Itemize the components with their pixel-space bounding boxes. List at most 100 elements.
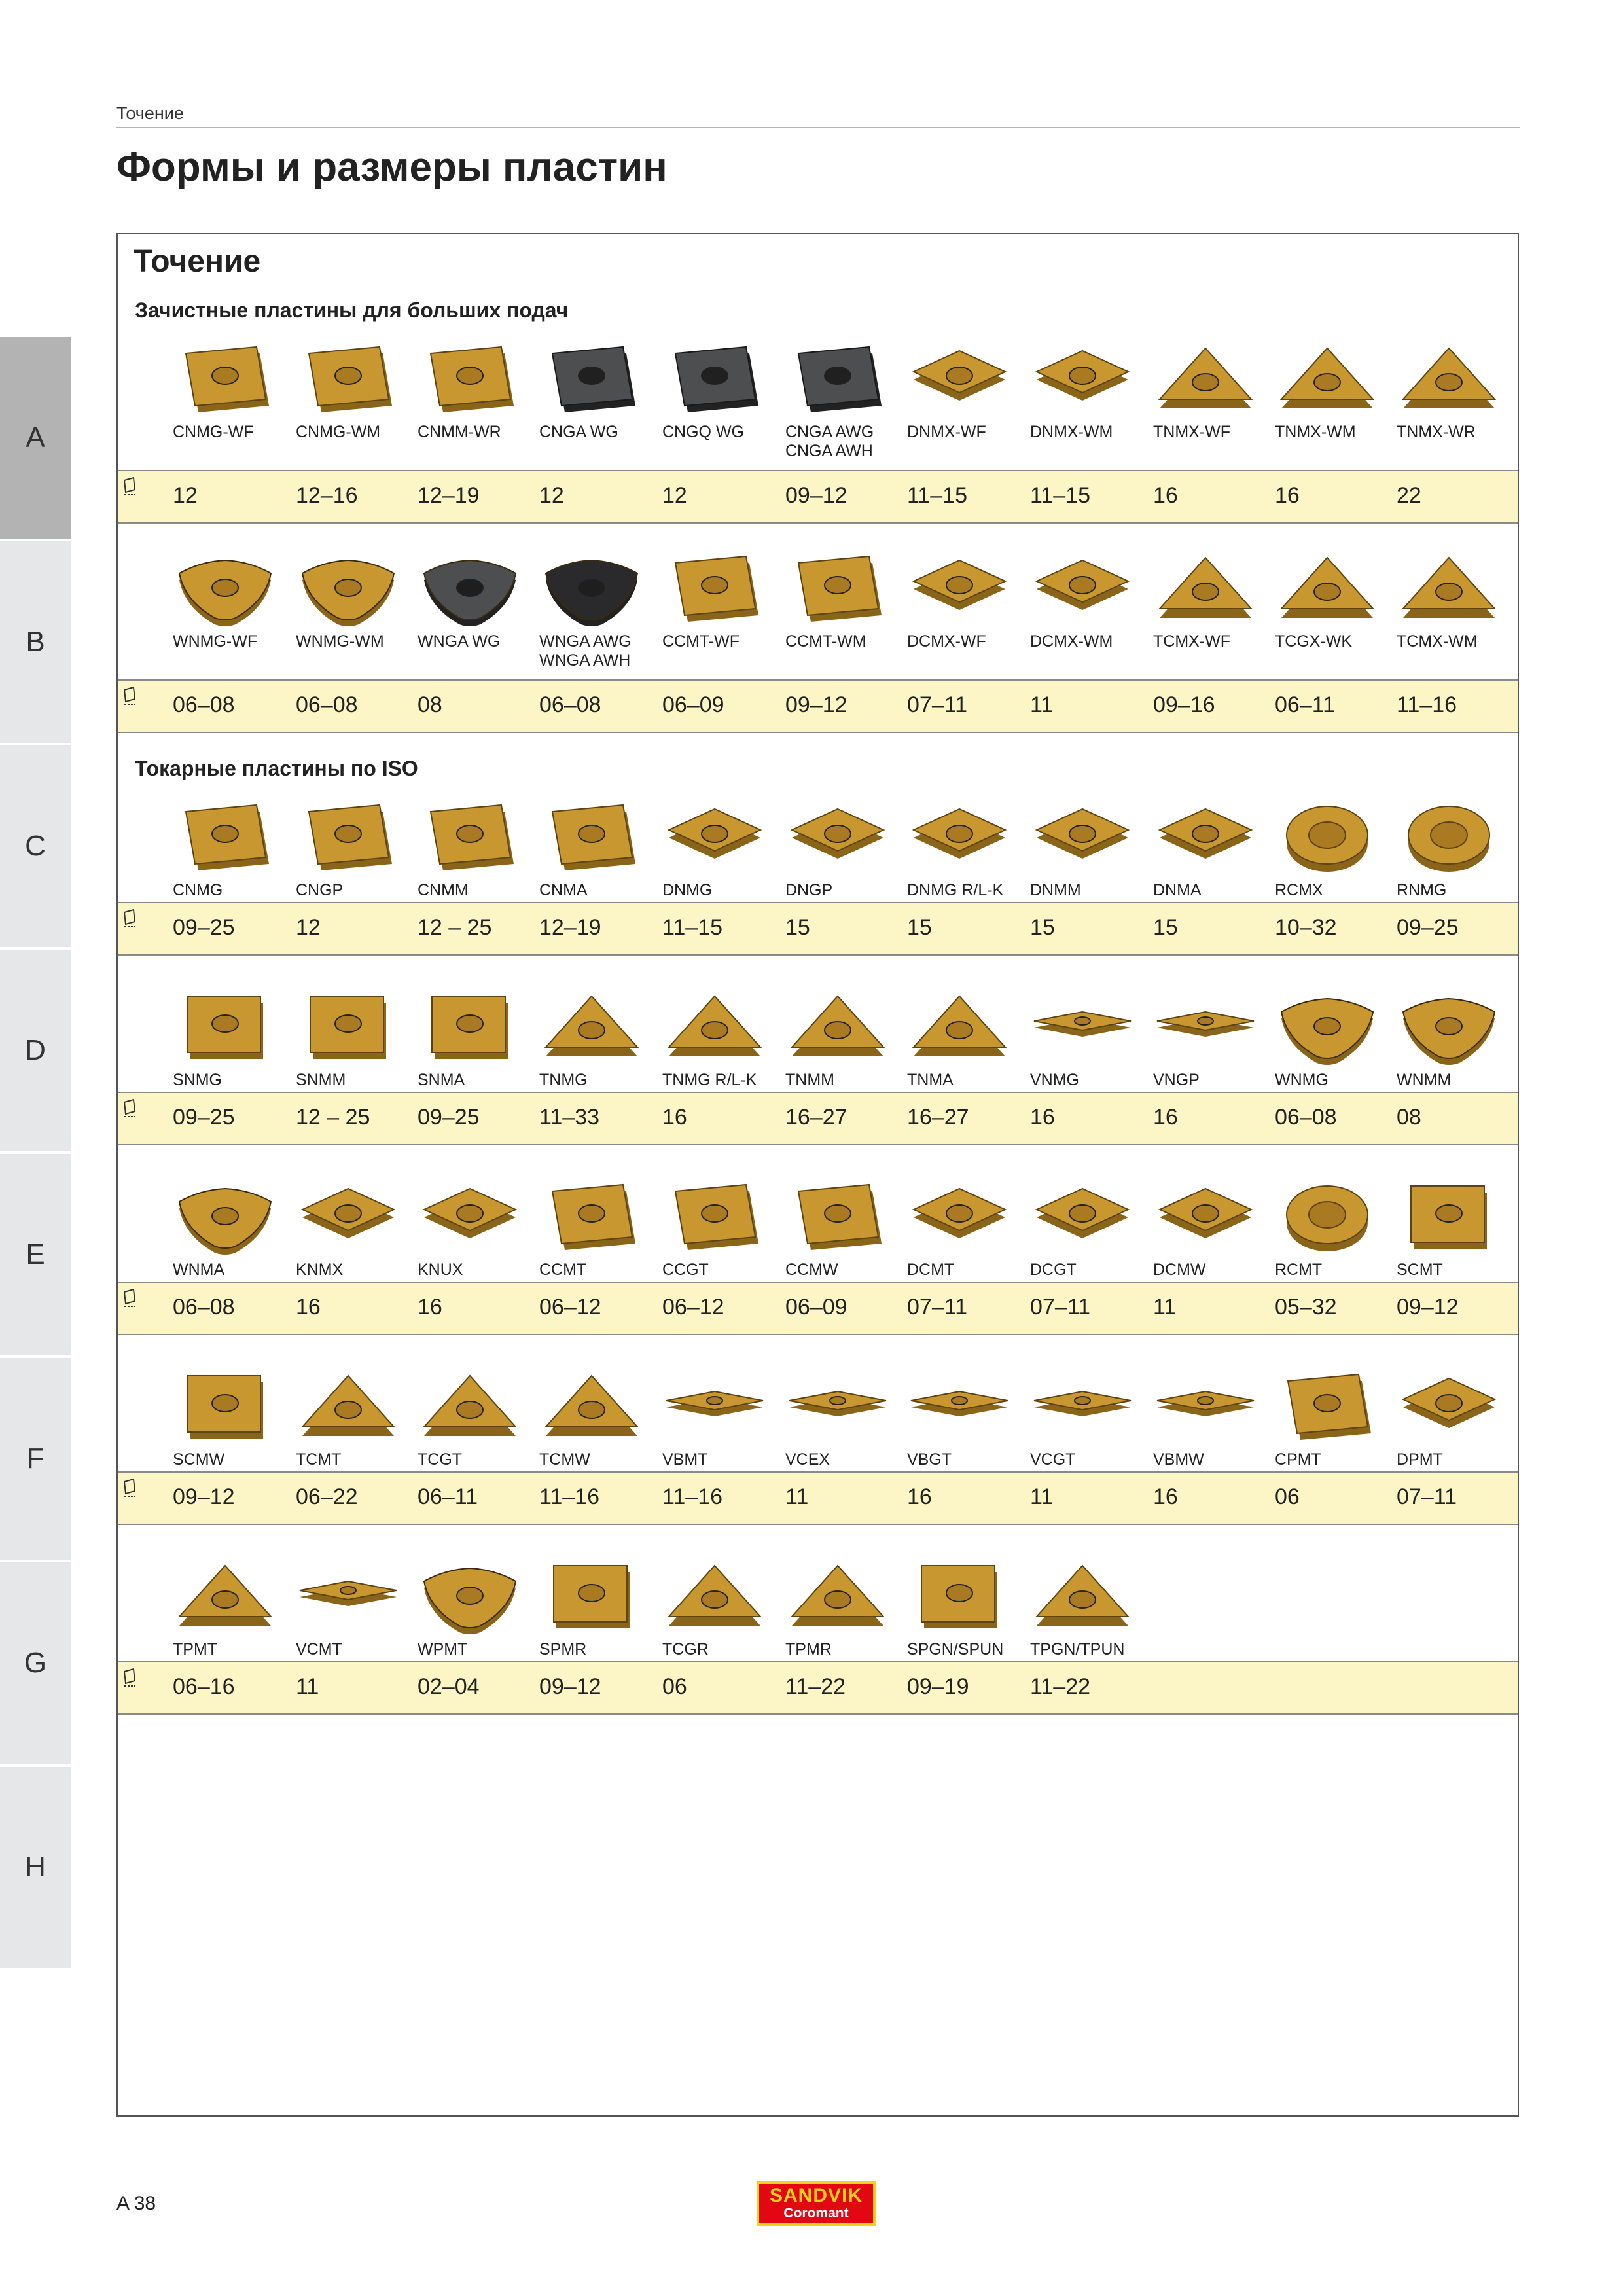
insert-cell[interactable]: WNMG xyxy=(1275,987,1399,1089)
size-value: 06–11 xyxy=(418,1484,478,1509)
insert-code: SCMW xyxy=(173,1450,225,1469)
insert-cell[interactable]: SPGN/SPUN xyxy=(907,1556,1031,1659)
insert-cell[interactable]: DNMA xyxy=(1153,797,1277,899)
insert-cell[interactable]: CNMA xyxy=(539,797,664,899)
insert-cell[interactable]: DNMX-WF xyxy=(907,339,1031,441)
insert-cell[interactable]: DNMG xyxy=(662,797,787,899)
size-value: 06–09 xyxy=(662,692,724,717)
side-tab-e[interactable]: E xyxy=(0,1154,71,1355)
insert-cell[interactable]: TPGN/TPUN xyxy=(1030,1556,1154,1659)
side-tab-a[interactable]: A xyxy=(0,337,71,539)
insert-cell[interactable]: CNMG-WM xyxy=(296,339,420,441)
insert-cell[interactable]: VCEX xyxy=(785,1367,910,1469)
insert-cell[interactable]: TNMG xyxy=(539,987,664,1089)
insert-cell[interactable]: DNMM xyxy=(1030,797,1154,899)
insert-cell[interactable]: SNMA xyxy=(418,987,542,1089)
insert-cell[interactable]: CCMT-WM xyxy=(785,548,910,651)
size-value-row: 06–16 11 02–04 09–12 06 11–22 09–19 11–22 xyxy=(118,1661,1518,1715)
insert-cell[interactable]: CCMT xyxy=(539,1177,664,1279)
insert-hole xyxy=(334,367,362,385)
side-tab-g[interactable]: G xyxy=(0,1562,71,1764)
insert-cell[interactable]: WNGA AWG WNGA AWH xyxy=(539,548,664,670)
insert-cell[interactable]: TCMT xyxy=(296,1367,420,1469)
side-tab-h[interactable]: H xyxy=(0,1767,71,1968)
insert-cell[interactable]: RCMT xyxy=(1275,1177,1399,1279)
insert-cell[interactable]: VCGT xyxy=(1030,1367,1154,1469)
insert-hole xyxy=(211,579,239,597)
insert-cell[interactable]: TCGX-WK xyxy=(1275,548,1399,651)
insert-cell[interactable]: CNMM-WR xyxy=(418,339,542,441)
insert-cell[interactable]: CNMG xyxy=(173,797,297,899)
insert-cell[interactable]: RNMG xyxy=(1397,797,1521,899)
insert-image xyxy=(187,996,263,1059)
insert-cell[interactable]: TPMT xyxy=(173,1556,297,1659)
insert-cell[interactable]: WNMM xyxy=(1397,987,1521,1089)
insert-cell[interactable]: TNMG R/L-K xyxy=(662,987,787,1089)
insert-cell[interactable]: CNGA AWG CNGA AWH xyxy=(785,339,910,460)
insert-hole xyxy=(1074,1016,1091,1026)
insert-cell[interactable]: TCGR xyxy=(662,1556,787,1659)
insert-cell[interactable]: WNMA xyxy=(173,1177,297,1279)
size-value: 12 – 25 xyxy=(296,1105,370,1130)
insert-cell[interactable]: VBGT xyxy=(907,1367,1031,1469)
insert-cell[interactable]: TCGT xyxy=(418,1367,542,1469)
insert-cell[interactable]: DCMX-WF xyxy=(907,548,1031,651)
insert-cell[interactable]: RCMX xyxy=(1275,797,1399,899)
insert-cell[interactable]: SNMM xyxy=(296,987,420,1089)
insert-cell[interactable]: VBMT xyxy=(662,1367,787,1469)
size-value: 06–08 xyxy=(1275,1105,1337,1130)
insert-image xyxy=(797,1183,882,1250)
insert-image xyxy=(185,804,269,870)
side-tab-b[interactable]: B xyxy=(0,541,71,743)
insert-cell[interactable]: DPMT xyxy=(1397,1367,1521,1469)
insert-cell[interactable]: TCMW xyxy=(539,1367,664,1469)
insert-cell[interactable]: CCMW xyxy=(785,1177,910,1279)
insert-code: TNMX-WF xyxy=(1153,423,1231,441)
insert-cell[interactable]: DNGP xyxy=(785,797,910,899)
insert-cell[interactable]: SCMW xyxy=(173,1367,297,1469)
insert-cell[interactable]: TPMR xyxy=(785,1556,910,1659)
insert-cell[interactable]: SPMR xyxy=(539,1556,664,1659)
insert-cell[interactable]: DCMX-WM xyxy=(1030,548,1154,651)
insert-cell[interactable]: CNMM xyxy=(418,797,542,899)
insert-cell[interactable]: KNUX xyxy=(418,1177,542,1279)
insert-cell[interactable]: CNGA WG xyxy=(539,339,664,441)
insert-cell[interactable]: CCGT xyxy=(662,1177,787,1279)
insert-cell[interactable]: WNMG-WM xyxy=(296,548,420,651)
insert-cell[interactable]: KNMX xyxy=(296,1177,420,1279)
insert-cell[interactable]: WNMG-WF xyxy=(173,548,297,651)
insert-cell[interactable]: VNMG xyxy=(1030,987,1154,1089)
size-value: 16 xyxy=(1153,1105,1178,1130)
insert-cell[interactable]: TNMM xyxy=(785,987,910,1089)
insert-cell[interactable]: DCMW xyxy=(1153,1177,1277,1279)
insert-cell[interactable]: TNMX-WF xyxy=(1153,339,1277,441)
insert-cell[interactable]: TCMX-WF xyxy=(1153,548,1277,651)
insert-cell[interactable]: CPMT xyxy=(1275,1367,1399,1469)
insert-cell[interactable]: WNGA WG xyxy=(418,548,542,651)
insert-cell[interactable]: SCMT xyxy=(1397,1177,1521,1279)
insert-cell[interactable]: VBMW xyxy=(1153,1367,1277,1469)
insert-cell[interactable]: CNMG-WF xyxy=(173,339,297,441)
insert-cell[interactable]: DCGT xyxy=(1030,1177,1154,1279)
insert-cell[interactable]: CNGP xyxy=(296,797,420,899)
insert-cell[interactable]: DNMG R/L-K xyxy=(907,797,1031,899)
insert-cell[interactable]: VCMT xyxy=(296,1556,420,1659)
insert-cell[interactable]: TNMA xyxy=(907,987,1031,1089)
insert-cell[interactable]: CNGQ WG xyxy=(662,339,787,441)
insert-hole xyxy=(1192,1204,1219,1223)
insert-cell[interactable]: TNMX-WM xyxy=(1275,339,1399,441)
insert-cell[interactable]: DNMX-WM xyxy=(1030,339,1154,441)
insert-cell[interactable]: SNMG xyxy=(173,987,297,1089)
insert-cell[interactable]: CCMT-WF xyxy=(662,548,787,651)
insert-cell[interactable]: DCMT xyxy=(907,1177,1031,1279)
insert-cell[interactable]: VNGP xyxy=(1153,987,1277,1089)
insert-image xyxy=(1287,1373,1371,1440)
side-tab-d[interactable]: D xyxy=(0,950,71,1151)
insert-cell[interactable]: TCMX-WM xyxy=(1397,548,1521,651)
insert-cell[interactable]: WPMT xyxy=(418,1556,542,1659)
side-tab-f[interactable]: F xyxy=(0,1358,71,1560)
insert-cell[interactable]: TNMX-WR xyxy=(1397,339,1521,441)
insert-code: DCMX-WM xyxy=(1030,632,1113,651)
insert-hole xyxy=(1069,1590,1096,1609)
side-tab-c[interactable]: C xyxy=(0,745,71,947)
